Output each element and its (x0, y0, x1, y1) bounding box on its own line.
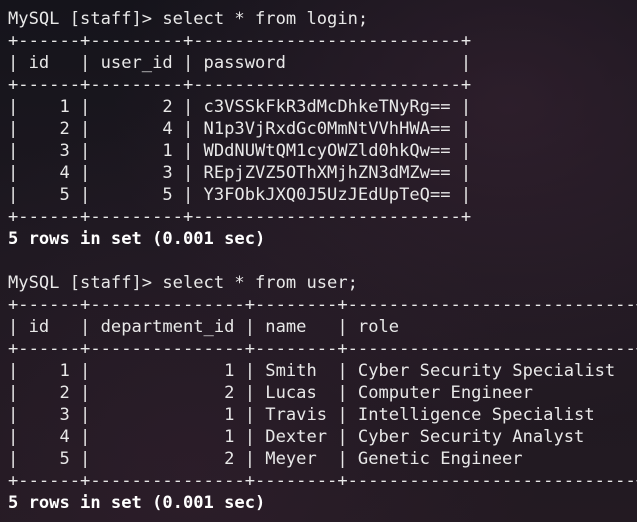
table-row: | 1 | 1 | Smith | Cyber Security Special… (8, 361, 637, 381)
table-row: | 3 | 1 | Travis | Intelligence Speciali… (8, 405, 637, 425)
command-line: MySQL [staff]> select * from login; (8, 8, 637, 30)
table-border-mid: +------+---------+----------------------… (8, 75, 472, 95)
table-header: | id | department_id | name | role | (8, 317, 637, 337)
table-row: | 1 | 2 | c3VSSkFkR3dMcDhkeTNyRg== | (8, 97, 472, 117)
table-row: | 4 | 1 | Dexter | Cyber Security Analys… (8, 427, 637, 447)
table-border-mid: +------+---------------+--------+-------… (8, 339, 637, 359)
command-line: MySQL [staff]> select * from user; (8, 272, 637, 294)
sql-command: select * from user; (162, 273, 358, 293)
table-row: | 5 | 5 | Y3FObkJXQ0J5UzJEdUpTeQ== | (8, 185, 472, 205)
table-row: | 3 | 1 | WDdNUWtQM1cyOWZld0hkQw== | (8, 141, 472, 161)
sql-command: select * from login; (162, 9, 369, 29)
result-summary: 5 rows in set (0.001 sec) (8, 229, 266, 249)
table-row: | 2 | 4 | N1p3VjRxdGc0MmNtVVhHWA== | (8, 119, 472, 139)
table-border-top: +------+---------+----------------------… (8, 31, 472, 51)
table-header: | id | user_id | password | (8, 53, 472, 73)
mysql-prompt: MySQL [staff]> (8, 273, 163, 293)
result-summary: 5 rows in set (0.001 sec) (8, 493, 266, 513)
table-row: | 4 | 3 | REpjZVZ5OThXMjhZN3dMZw== | (8, 163, 472, 183)
mysql-prompt: MySQL [staff]> (8, 9, 163, 29)
table-row: | 2 | 2 | Lucas | Computer Engineer | (8, 383, 637, 403)
table-row: | 5 | 2 | Meyer | Genetic Engineer | (8, 449, 637, 469)
table-border-bottom: +------+---------------+--------+-------… (8, 471, 637, 491)
table-border-top: +------+---------------+--------+-------… (8, 295, 637, 315)
table-border-bottom: +------+---------+----------------------… (8, 207, 472, 227)
terminal-window[interactable]: MySQL [staff]> select * from login; +---… (8, 8, 637, 522)
